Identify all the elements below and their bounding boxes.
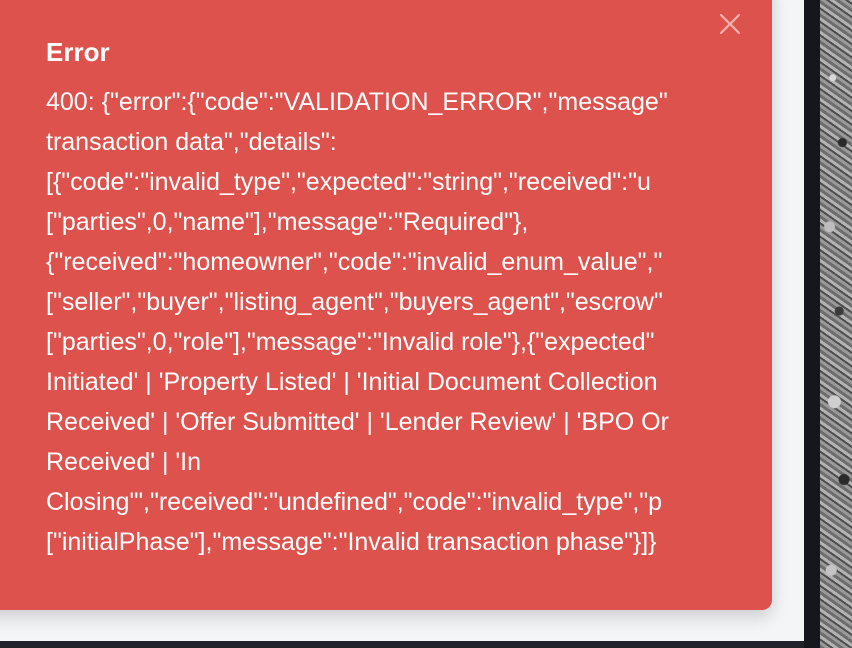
error-message-line: ["parties",0,"name"],"message":"Required… bbox=[46, 208, 529, 236]
error-message: 400: {"error":{"code":"VALIDATION_ERROR"… bbox=[46, 82, 772, 562]
app-viewport: Error 400: {"error":{"code":"VALIDATION_… bbox=[0, 0, 852, 648]
background-photo bbox=[820, 0, 852, 648]
panel-gap bbox=[804, 0, 820, 648]
close-button[interactable] bbox=[716, 10, 744, 38]
error-message-line: Received' | 'In bbox=[46, 448, 202, 476]
error-message-line: [{"code":"invalid_type","expected":"stri… bbox=[46, 168, 651, 196]
error-message-line: ["initialPhase"],"message":"Invalid tran… bbox=[46, 528, 657, 556]
error-message-line: Closing'","received":"undefined","code":… bbox=[46, 488, 663, 516]
error-message-line: {"received":"homeowner","code":"invalid_… bbox=[46, 248, 663, 276]
error-message-line: Received' | 'Offer Submitted' | 'Lender … bbox=[46, 408, 669, 436]
error-message-line: 400: {"error":{"code":"VALIDATION_ERROR"… bbox=[46, 88, 668, 116]
error-toast: Error 400: {"error":{"code":"VALIDATION_… bbox=[0, 0, 772, 610]
error-message-line: ["parties",0,"role"],"message":"Invalid … bbox=[46, 328, 655, 356]
error-message-line: transaction data","details": bbox=[46, 128, 337, 156]
close-icon bbox=[719, 13, 741, 35]
error-message-line: Initiated' | 'Property Listed' | 'Initia… bbox=[46, 368, 658, 396]
error-message-line: ["seller","buyer","listing_agent","buyer… bbox=[46, 288, 663, 316]
toast-title: Error bbox=[46, 37, 110, 67]
bottom-strip bbox=[0, 641, 804, 648]
